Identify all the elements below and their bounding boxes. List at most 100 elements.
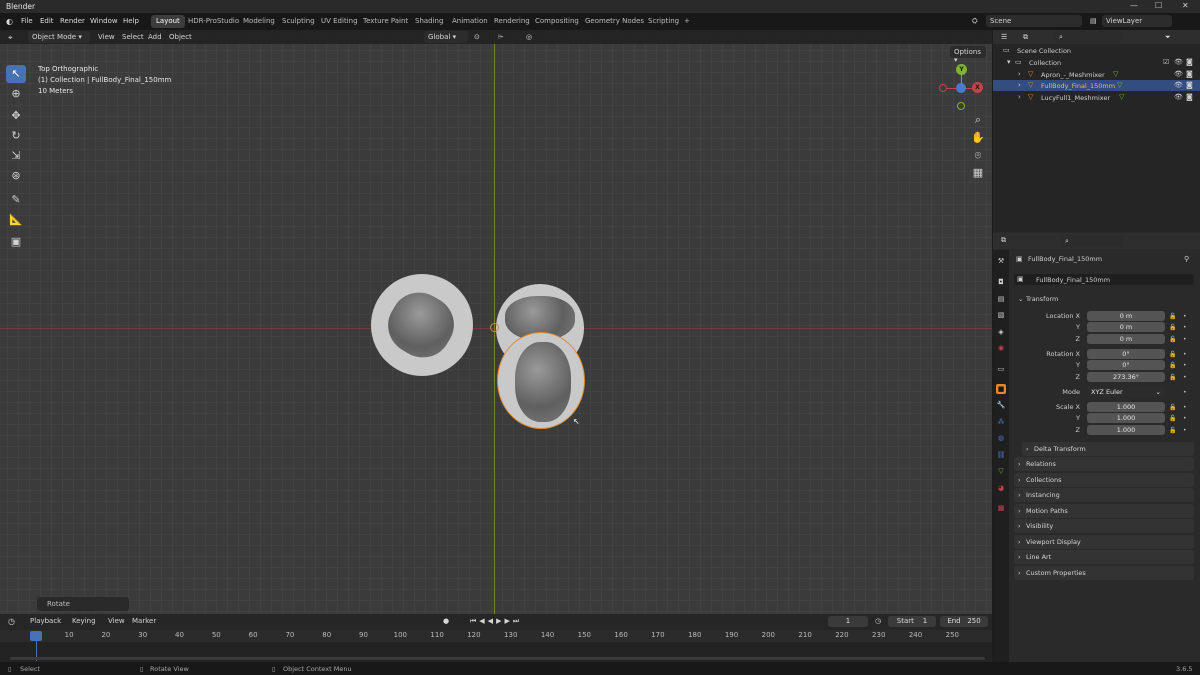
menu-timeline-view[interactable]: View xyxy=(108,617,125,625)
transform-chevron-icon[interactable]: ⌄ xyxy=(1018,295,1023,303)
visibility-eye-icon[interactable]: 👁 xyxy=(1174,93,1183,101)
visibility-eye-icon[interactable]: 👁 xyxy=(1174,81,1183,89)
camera-icon[interactable]: ⌾ xyxy=(970,148,986,164)
add-workspace-button[interactable]: + xyxy=(679,15,695,28)
pin-icon[interactable]: ⚲ xyxy=(1184,255,1189,263)
measure-tool-icon[interactable]: 📐 xyxy=(6,211,26,229)
select-tool-icon[interactable]: ↖ xyxy=(6,65,26,83)
tab-hdr-prostudio[interactable]: HDR-ProStudio xyxy=(183,15,244,28)
tab-modeling[interactable]: Modeling xyxy=(238,15,280,28)
tab-sculpting[interactable]: Sculpting xyxy=(277,15,320,28)
rotation-y-field[interactable]: 0° xyxy=(1087,360,1165,370)
keyframe-dot-icon[interactable]: • xyxy=(1183,351,1187,358)
modifier-tab-icon[interactable]: 🔧 xyxy=(996,400,1006,410)
material-tab-icon[interactable]: ◕ xyxy=(996,483,1006,493)
tab-animation[interactable]: Animation xyxy=(447,15,493,28)
tab-compositing[interactable]: Compositing xyxy=(530,15,584,28)
cursor-tool-icon[interactable]: ⊕ xyxy=(6,85,26,103)
scale-x-field[interactable]: 1.000 xyxy=(1087,402,1165,412)
object-tab-icon[interactable]: ■ xyxy=(996,384,1006,394)
add-cube-tool-icon[interactable]: ▣ xyxy=(6,233,26,251)
menu-render[interactable]: Render xyxy=(60,17,85,25)
lock-icon[interactable]: 🔓 xyxy=(1169,362,1176,369)
lock-icon[interactable]: 🔓 xyxy=(1169,351,1176,358)
zoom-icon[interactable]: ⌕ xyxy=(970,112,986,128)
outliner-item-apron[interactable]: › ▽ Apron_-_Meshmixer ▽ 👁 ◙ xyxy=(993,69,1200,80)
visibility-eye-icon[interactable]: 👁 xyxy=(1174,58,1183,66)
end-frame-field[interactable]: End 250 xyxy=(940,616,988,627)
section-visibility[interactable]: › Visibility xyxy=(1014,519,1194,533)
render-camera-icon[interactable]: ◙ xyxy=(1186,70,1193,78)
lock-icon[interactable]: 🔓 xyxy=(1169,313,1176,320)
outliner-scene-collection[interactable]: ▭ Scene Collection xyxy=(993,45,1200,56)
keyframe-dot-icon[interactable]: • xyxy=(1183,336,1187,343)
scene-tab-icon[interactable]: ◈ xyxy=(996,327,1006,337)
scale-tool-icon[interactable]: ⇲ xyxy=(6,147,26,165)
location-z-field[interactable]: 0 m xyxy=(1087,334,1165,344)
menu-select[interactable]: Select xyxy=(122,33,144,41)
frame-ruler[interactable]: 1102030405060708090100110120130140150160… xyxy=(0,630,992,642)
section-viewport-display[interactable]: › Viewport Display xyxy=(1014,535,1194,549)
scale-z-field[interactable]: 1.000 xyxy=(1087,425,1165,435)
display-mode-icon[interactable]: ⧉ xyxy=(1023,33,1028,42)
mode-dropdown[interactable]: Object Mode ▾ xyxy=(28,31,90,43)
gizmo-y-axis[interactable]: Y xyxy=(956,64,967,75)
render-tab-icon[interactable]: ◘ xyxy=(996,277,1006,287)
gizmo-neg-x[interactable] xyxy=(939,84,947,92)
tab-scripting[interactable]: Scripting xyxy=(643,15,684,28)
gizmo-x-axis[interactable]: X xyxy=(972,82,983,93)
tab-rendering[interactable]: Rendering xyxy=(489,15,535,28)
lock-icon[interactable]: 🔓 xyxy=(1169,427,1176,434)
start-frame-field[interactable]: Start 1 xyxy=(888,616,936,627)
visibility-eye-icon[interactable]: 👁 xyxy=(1174,70,1183,78)
lock-icon[interactable]: 🔓 xyxy=(1169,374,1176,381)
keyframe-dot-icon[interactable]: • xyxy=(1183,415,1187,422)
section-motion-paths[interactable]: › Motion Paths xyxy=(1014,504,1194,518)
tab-texture-paint[interactable]: Texture Paint xyxy=(358,15,413,28)
rotation-x-field[interactable]: 0° xyxy=(1087,349,1165,359)
section-relations[interactable]: › Relations xyxy=(1014,457,1194,471)
tab-geometry-nodes[interactable]: Geometry Nodes xyxy=(580,15,649,28)
properties-search-input[interactable]: ⌕ xyxy=(1061,235,1123,247)
render-camera-icon[interactable]: ◙ xyxy=(1186,58,1193,66)
keyframe-dot-icon[interactable]: • xyxy=(1183,404,1187,411)
menu-playback[interactable]: Playback xyxy=(30,617,61,625)
tab-layout[interactable]: Layout xyxy=(151,15,185,28)
outliner-item-fullbody[interactable]: › ▽ FullBody_Final_150mm ▽ 👁 ◙ xyxy=(993,80,1200,91)
keyframe-dot-icon[interactable]: • xyxy=(1183,374,1187,381)
playhead[interactable] xyxy=(30,631,42,641)
playback-controls-icon[interactable]: ⏮◀◀▶▶⏭ xyxy=(470,617,522,626)
constraints-tab-icon[interactable]: ⛓ xyxy=(996,450,1006,460)
outliner-editor-icon[interactable]: ☰ xyxy=(1001,33,1007,41)
options-dropdown[interactable]: Options ▾ xyxy=(950,46,986,64)
lock-icon[interactable]: 🔓 xyxy=(1169,324,1176,331)
section-line-art[interactable]: › Line Art xyxy=(1014,550,1194,564)
3d-viewport[interactable]: ↖ Top Orthographic (1) Collection | Full… xyxy=(0,30,992,614)
menu-marker[interactable]: Marker xyxy=(132,617,156,625)
texture-tab-icon[interactable]: ▩ xyxy=(996,503,1006,513)
move-tool-icon[interactable]: ✥ xyxy=(6,107,26,125)
orientation-dropdown[interactable]: Global ▾ xyxy=(424,31,468,43)
tab-uv-editing[interactable]: UV Editing xyxy=(316,15,363,28)
keyframe-dot-icon[interactable]: • xyxy=(1183,324,1187,331)
render-camera-icon[interactable]: ◙ xyxy=(1186,93,1193,101)
snap-icon[interactable]: ⌲ xyxy=(498,33,503,42)
tool-tab-icon[interactable]: ⚒ xyxy=(996,256,1006,266)
collection-tab-icon[interactable]: ▭ xyxy=(996,364,1006,374)
view-layer-tab-icon[interactable]: ▧ xyxy=(996,310,1006,320)
tab-shading[interactable]: Shading xyxy=(410,15,448,28)
proportional-edit-icon[interactable]: ◎ xyxy=(526,33,532,41)
section-instancing[interactable]: › Instancing xyxy=(1014,488,1194,502)
keyframe-dot-icon[interactable]: • xyxy=(1183,362,1187,369)
checkbox-icon[interactable]: ☑ xyxy=(1163,58,1169,66)
menu-add[interactable]: Add xyxy=(148,33,162,41)
output-tab-icon[interactable]: ▤ xyxy=(996,294,1006,304)
lock-icon[interactable]: 🔓 xyxy=(1169,404,1176,411)
menu-object[interactable]: Object xyxy=(169,33,192,41)
record-icon[interactable]: ● xyxy=(443,617,449,625)
transform-tool-icon[interactable]: ⊛ xyxy=(6,167,26,185)
lock-icon[interactable]: 🔓 xyxy=(1169,415,1176,422)
scale-y-field[interactable]: 1.000 xyxy=(1087,413,1165,423)
world-tab-icon[interactable]: ◉ xyxy=(996,343,1006,353)
outliner-item-lucy[interactable]: › ▽ LucyFull1_Meshmixer ▽ 👁 ◙ xyxy=(993,92,1200,103)
